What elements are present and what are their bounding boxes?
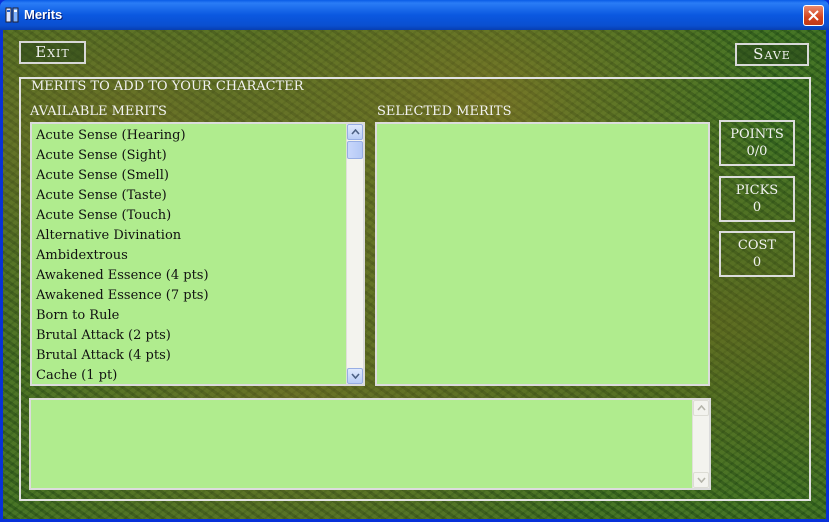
- merits-window: Merits Exit Save MERITS TO ADD TO YOUR C…: [0, 0, 829, 522]
- list-item[interactable]: Ambidextrous: [32, 246, 363, 266]
- window-title: Merits: [24, 7, 63, 22]
- list-item[interactable]: Awakened Essence (7 pts): [32, 286, 363, 306]
- list-item[interactable]: Awakened Essence (4 pts): [32, 266, 363, 286]
- section-title: MERITS TO ADD TO YOUR CHARACTER: [31, 79, 304, 94]
- description-text: [31, 400, 709, 408]
- available-scrollbar[interactable]: [346, 124, 363, 384]
- available-items-container: Acute Sense (Hearing) Acute Sense (Sight)…: [32, 124, 363, 384]
- close-button[interactable]: [803, 5, 824, 26]
- list-item[interactable]: Brutal Attack (4 pts): [32, 346, 363, 366]
- available-merits-list[interactable]: Acute Sense (Hearing) Acute Sense (Sight)…: [30, 122, 365, 386]
- scroll-thumb[interactable]: [347, 141, 363, 159]
- list-item[interactable]: Acute Sense (Hearing): [32, 126, 363, 146]
- list-item[interactable]: Acute Sense (Sight): [32, 146, 363, 166]
- points-value: 0/0: [746, 144, 768, 159]
- points-label: POINTS: [730, 127, 784, 142]
- list-item[interactable]: Alternative Divination: [32, 226, 363, 246]
- desc-scroll-up-button[interactable]: [693, 400, 709, 416]
- chevron-down-icon: [351, 373, 360, 379]
- client-area: Exit Save MERITS TO ADD TO YOUR CHARACTE…: [3, 30, 826, 519]
- list-item[interactable]: Acute Sense (Touch): [32, 206, 363, 226]
- points-box: POINTS 0/0: [719, 120, 795, 166]
- description-textarea[interactable]: [29, 398, 711, 490]
- cost-label: COST: [737, 238, 777, 253]
- chevron-up-icon: [697, 405, 706, 411]
- scroll-up-button[interactable]: [347, 124, 363, 140]
- save-button[interactable]: Save: [735, 43, 809, 66]
- app-icon: [5, 7, 19, 23]
- cost-value: 0: [752, 255, 762, 270]
- picks-label: PICKS: [735, 183, 779, 198]
- picks-box: PICKS 0: [719, 176, 795, 222]
- cost-box: COST 0: [719, 231, 795, 277]
- description-scrollbar[interactable]: [692, 400, 709, 488]
- list-item[interactable]: Acute Sense (Smell): [32, 166, 363, 186]
- chevron-up-icon: [351, 129, 360, 135]
- picks-value: 0: [752, 200, 762, 215]
- title-bar[interactable]: Merits: [0, 0, 829, 30]
- exit-button[interactable]: Exit: [19, 41, 86, 64]
- selected-merits-list[interactable]: [375, 122, 710, 386]
- list-item[interactable]: Born to Rule: [32, 306, 363, 326]
- close-icon: [808, 10, 819, 21]
- scroll-down-button[interactable]: [347, 368, 363, 384]
- desc-scroll-down-button[interactable]: [693, 472, 709, 488]
- list-item[interactable]: Acute Sense (Taste): [32, 186, 363, 206]
- available-merits-header: AVAILABLE MERITS: [30, 104, 167, 119]
- selected-merits-header: SELECTED MERITS: [377, 104, 512, 119]
- chevron-down-icon: [697, 477, 706, 483]
- list-item[interactable]: Brutal Attack (2 pts): [32, 326, 363, 346]
- list-item[interactable]: Cache (1 pt): [32, 366, 363, 384]
